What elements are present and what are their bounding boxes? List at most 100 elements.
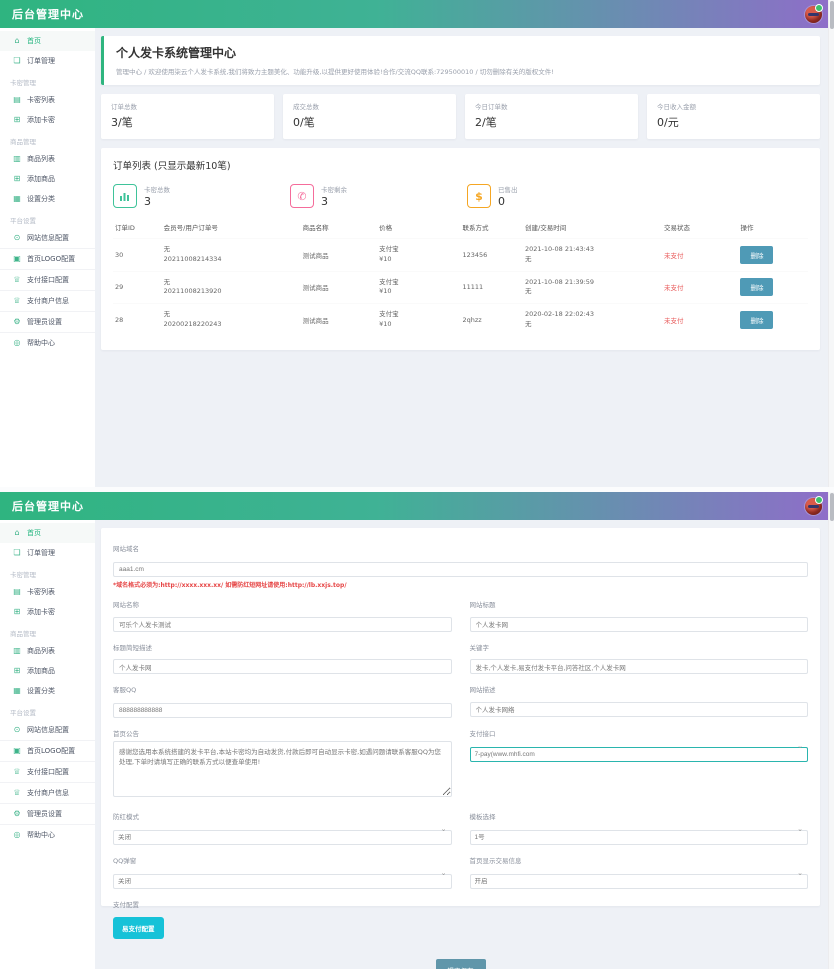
sidebar-item-help[interactable]: ◎ 帮助中心: [0, 332, 95, 353]
template-select[interactable]: 1号: [470, 830, 809, 845]
traded-time: 无: [525, 255, 660, 265]
sidebar-item-label: 支付商户信息: [27, 296, 69, 306]
delete-button[interactable]: 删除: [740, 311, 773, 329]
sidebar-item-label: 添加商品: [27, 666, 55, 676]
anti-red-label: 防红模式: [113, 811, 452, 821]
sidebar-item-orders[interactable]: ❏ 订单管理: [0, 51, 95, 71]
short-desc-label: 标题简短描述: [113, 642, 452, 652]
site-desc-input[interactable]: [470, 702, 809, 717]
pay-api-icon: ♕: [12, 768, 22, 776]
sidebar: ⌂ 首页 ❏ 订单管理 卡密管理 ▤ 卡密列表 ⊞ 添加卡密 商品管理 ▥ 商品…: [0, 520, 95, 969]
logo-config-icon: ▣: [12, 747, 22, 755]
site-name-input[interactable]: [113, 617, 452, 632]
show-trade-select[interactable]: 开启: [470, 874, 809, 889]
domain-input[interactable]: [113, 562, 808, 577]
keywords-input[interactable]: [470, 659, 809, 674]
sidebar-item-goods-add[interactable]: ⊞ 添加商品: [0, 169, 95, 189]
price: ¥10: [379, 320, 458, 330]
qq-input[interactable]: [113, 703, 452, 718]
dollar-icon: $: [467, 184, 491, 208]
page-title: 个人发卡系统管理中心: [116, 44, 808, 61]
user-avatar[interactable]: [805, 498, 822, 515]
submit-button[interactable]: 提交保存: [436, 959, 486, 969]
orders-table: 订单ID 会员号/用户订单号 商品名称 价格 联系方式 创建/交易时间 交易状态…: [113, 216, 808, 336]
mini-stat-card-total: 卡密总数 3: [113, 184, 170, 208]
sidebar-item-goods-list[interactable]: ▥ 商品列表: [0, 641, 95, 661]
help-icon: ◎: [12, 339, 22, 347]
qq-popup-select-wrap: 关闭: [113, 868, 452, 889]
sidebar-item-help[interactable]: ◎ 帮助中心: [0, 824, 95, 845]
sidebar-section-card: 卡密管理: [0, 563, 95, 582]
mini-stat-value: 3: [321, 195, 347, 208]
pay-api-select[interactable]: 7-pay(www.mhfi.com: [470, 747, 809, 762]
cell-price: 支付宝¥10: [377, 271, 460, 304]
mini-stat-value: 3: [144, 195, 170, 208]
sidebar-item-label: 设置分类: [27, 686, 55, 696]
cell-order-id: 28: [113, 304, 162, 336]
sidebar-item-site-config[interactable]: ⊙ 网站信息配置: [0, 720, 95, 740]
sidebar-item-category[interactable]: ▦ 设置分类: [0, 681, 95, 701]
pay-api-label: 支付接口: [470, 728, 809, 738]
stat-card-today-income: 今日收入金额 0/元: [647, 94, 820, 139]
category-icon: ▦: [12, 687, 22, 695]
qq-label: 客服QQ: [113, 684, 452, 694]
sidebar-item-goods-add[interactable]: ⊞ 添加商品: [0, 661, 95, 681]
anti-red-select[interactable]: 关闭: [113, 830, 452, 845]
delete-button[interactable]: 删除: [740, 246, 773, 264]
sidebar-item-pay-merchant[interactable]: ♕ 支付商户信息: [0, 782, 95, 803]
sidebar-item-card-list[interactable]: ▤ 卡密列表: [0, 90, 95, 110]
settings-window: 后台管理中心 ⌂ 首页 ❏ 订单管理 卡密管理 ▤ 卡密列表 ⊞ 添加卡密 商品…: [0, 492, 834, 969]
sidebar-item-logo-config[interactable]: ▣ 首页LOGO配置: [0, 248, 95, 269]
sidebar-item-pay-merchant[interactable]: ♕ 支付商户信息: [0, 290, 95, 311]
sidebar-item-orders[interactable]: ❏ 订单管理: [0, 543, 95, 563]
user-avatar[interactable]: [805, 6, 822, 23]
mini-stat-value: 0: [498, 195, 518, 208]
gear-icon: ⚙: [12, 318, 22, 326]
welcome-subtitle: 管理中心 / 欢迎使用柒云个人发卡系统,我们将致力主题美化、功能升级,以提供更好…: [116, 66, 808, 76]
table-header-row: 订单ID 会员号/用户订单号 商品名称 价格 联系方式 创建/交易时间 交易状态…: [113, 216, 808, 239]
sidebar-item-card-add[interactable]: ⊞ 添加卡密: [0, 110, 95, 130]
short-desc-input[interactable]: [113, 659, 452, 674]
card-add-icon: ⊞: [12, 608, 22, 616]
sidebar-item-goods-list[interactable]: ▥ 商品列表: [0, 149, 95, 169]
sidebar-item-label: 添加商品: [27, 174, 55, 184]
pay-api-select-wrap: 7-pay(www.mhfi.com: [470, 741, 809, 762]
stat-cards-row: 订单总数 3/笔 成交总数 0/笔 今日订单数 2/笔 今日收入金额 0/元: [101, 94, 820, 139]
scrollbar-thumb[interactable]: [830, 1, 834, 29]
sidebar-item-pay-api[interactable]: ♕ 支付接口配置: [0, 269, 95, 290]
notice-textarea[interactable]: 感谢您选用本系统搭建的发卡平台,本站卡密均为自动发货,付款后即可自动显示卡密,如…: [113, 741, 452, 797]
pay-config-button[interactable]: 易支付配置: [113, 917, 164, 939]
pay-api-icon: ♕: [12, 276, 22, 284]
help-icon: ◎: [12, 831, 22, 839]
site-config-icon: ⊙: [12, 726, 22, 734]
sidebar-item-card-add[interactable]: ⊞ 添加卡密: [0, 602, 95, 622]
mini-stat-label: 卡密剩余: [321, 184, 347, 194]
phone-icon: ✆: [290, 184, 314, 208]
sidebar-item-label: 首页: [27, 528, 41, 538]
created-time: 2020-02-18 22:02:43: [525, 310, 660, 320]
sidebar-item-home[interactable]: ⌂ 首页: [0, 31, 95, 51]
anti-red-select-wrap: 关闭: [113, 824, 452, 845]
scrollbar[interactable]: [828, 0, 834, 487]
qq-popup-select[interactable]: 关闭: [113, 874, 452, 889]
sidebar-item-admin-settings[interactable]: ⚙ 管理员设置: [0, 311, 95, 332]
stat-value: 0/笔: [293, 114, 446, 130]
site-title-input[interactable]: [470, 617, 809, 632]
sidebar-item-category[interactable]: ▦ 设置分类: [0, 189, 95, 209]
sidebar-item-site-config[interactable]: ⊙ 网站信息配置: [0, 228, 95, 248]
orders-icon: ❏: [12, 549, 22, 557]
cell-price: 支付宝¥10: [377, 304, 460, 336]
sidebar-item-admin-settings[interactable]: ⚙ 管理员设置: [0, 803, 95, 824]
sidebar-item-pay-api[interactable]: ♕ 支付接口配置: [0, 761, 95, 782]
scrollbar[interactable]: [828, 492, 834, 969]
table-row: 28 无20200218220243 测试商品 支付宝¥10 2qhzz 202…: [113, 304, 808, 336]
card-add-icon: ⊞: [12, 116, 22, 124]
order-list-title: 订单列表 (只显示最新10笔): [113, 158, 808, 172]
scrollbar-thumb[interactable]: [830, 493, 834, 521]
gear-icon: ⚙: [12, 810, 22, 818]
sidebar-item-logo-config[interactable]: ▣ 首页LOGO配置: [0, 740, 95, 761]
site-title-label: 网站标题: [470, 599, 809, 609]
delete-button[interactable]: 删除: [740, 278, 773, 296]
sidebar-item-card-list[interactable]: ▤ 卡密列表: [0, 582, 95, 602]
sidebar-item-home[interactable]: ⌂ 首页: [0, 523, 95, 543]
